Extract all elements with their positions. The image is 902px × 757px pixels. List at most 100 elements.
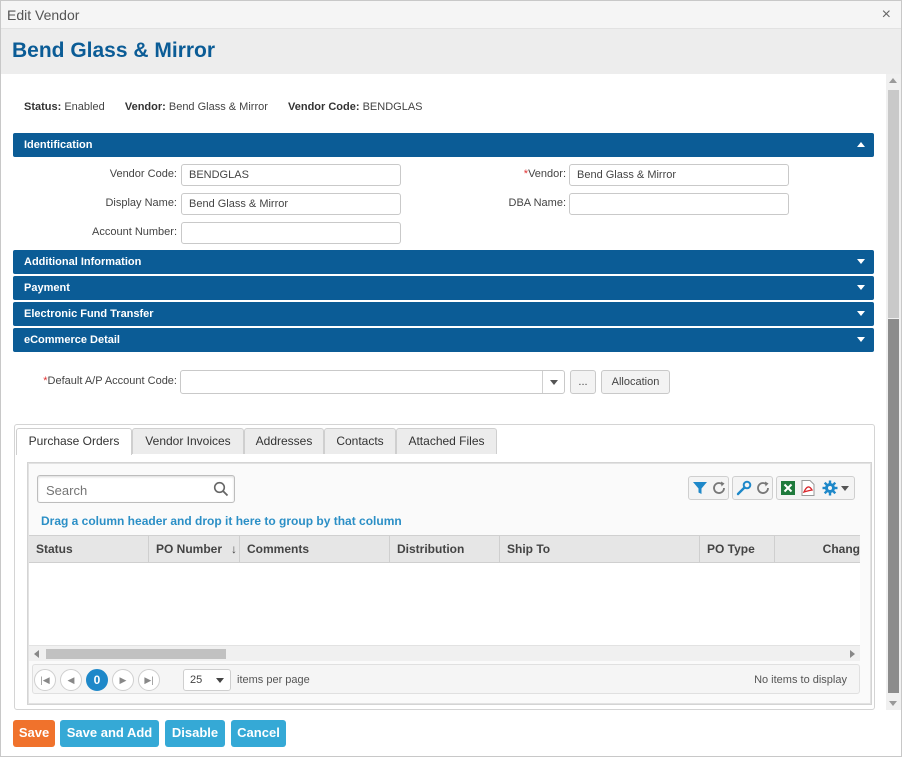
column-header-status[interactable]: Status — [29, 536, 149, 563]
group-by-hint: Drag a column header and drop it here to… — [41, 514, 402, 528]
scrollbar-thumb[interactable] — [46, 649, 226, 659]
sort-arrow-icon: ↓ — [231, 542, 237, 556]
tab-contacts[interactable]: Contacts — [324, 428, 396, 454]
grid-pager: |◀ ◀ 0 ▶ ▶| 25 items per page No items t… — [32, 664, 860, 694]
scroll-left-icon[interactable] — [34, 650, 39, 658]
page-header: Bend Glass & Mirror — [1, 29, 901, 74]
grid-search[interactable] — [37, 475, 235, 503]
excel-icon[interactable] — [779, 479, 797, 497]
dialog-titlebar: Edit Vendor × — [1, 1, 901, 29]
display-name-label: Display Name: — [105, 197, 177, 209]
section-electronic-fund-transfer[interactable]: Electronic Fund Transfer — [13, 302, 874, 326]
status-summary: Status: Enabled Vendor: Bend Glass & Mir… — [24, 101, 423, 113]
tab-attached-files[interactable]: Attached Files — [396, 428, 497, 454]
search-icon[interactable] — [213, 481, 229, 497]
dropdown-button[interactable] — [542, 371, 564, 393]
caret-down-icon — [857, 259, 865, 264]
purchase-orders-grid: Drag a column header and drop it here to… — [28, 463, 871, 704]
previous-page-icon[interactable]: ◀ — [60, 669, 82, 691]
column-header-po-number[interactable]: PO Number ↓ — [149, 536, 240, 563]
caret-down-icon[interactable] — [839, 479, 851, 497]
scrollbar-track-upper[interactable] — [888, 90, 899, 318]
reset-icon[interactable] — [754, 479, 772, 497]
scroll-up-icon[interactable] — [889, 78, 897, 83]
search-input[interactable] — [44, 482, 214, 499]
status-label: Status: — [24, 101, 62, 113]
vendor-tabs-panel: Purchase Orders Vendor Invoices Addresse… — [14, 424, 875, 710]
last-page-icon[interactable]: ▶| — [138, 669, 160, 691]
disable-button[interactable]: Disable — [165, 720, 225, 747]
vendor-field-label-text: Vendor: — [528, 168, 566, 180]
column-header-po-type[interactable]: PO Type — [700, 536, 775, 563]
scroll-right-icon[interactable] — [850, 650, 855, 658]
vendor-code-field[interactable] — [181, 164, 401, 186]
filter-icon[interactable] — [691, 479, 709, 497]
page-size-value: 25 — [190, 674, 203, 686]
items-per-page-label: items per page — [237, 674, 310, 686]
display-name-field[interactable] — [181, 193, 401, 215]
horizontal-scrollbar[interactable] — [29, 645, 860, 661]
scroll-down-icon[interactable] — [889, 701, 897, 706]
column-header-po-number-label: PO Number — [156, 542, 223, 556]
section-ecommerce-detail[interactable]: eCommerce Detail — [13, 328, 874, 352]
caret-down-icon — [857, 285, 865, 290]
pdf-icon[interactable] — [799, 479, 817, 497]
allocation-button[interactable]: Allocation — [601, 370, 670, 394]
tab-vendor-invoices[interactable]: Vendor Invoices — [132, 428, 244, 454]
vendor-code-field-label: Vendor Code: — [109, 168, 177, 180]
vendor-value: Bend Glass & Mirror — [168, 101, 268, 113]
tab-purchase-orders[interactable]: Purchase Orders — [16, 428, 132, 455]
column-header-changed[interactable]: Chang — [775, 536, 860, 563]
ellipsis-button[interactable]: ... — [570, 370, 596, 394]
vertical-scrollbar[interactable] — [886, 74, 901, 710]
page-size-select[interactable]: 25 — [183, 669, 231, 691]
close-icon[interactable]: × — [882, 6, 891, 24]
vendor-field-label: *Vendor: — [441, 168, 566, 180]
column-header-ship-to[interactable]: Ship To — [500, 536, 700, 563]
first-page-icon[interactable]: |◀ — [34, 669, 56, 691]
default-ap-account-select[interactable] — [180, 370, 565, 394]
gear-icon[interactable] — [821, 479, 839, 497]
purchase-orders-tab-body: Drag a column header and drop it here to… — [27, 462, 872, 705]
section-eft-label: Electronic Fund Transfer — [24, 308, 154, 320]
section-identification[interactable]: Identification — [13, 133, 874, 157]
account-number-label: Account Number: — [92, 226, 177, 238]
default-ap-label-text: Default A/P Account Code: — [47, 375, 177, 387]
section-identification-label: Identification — [24, 139, 93, 151]
vendor-field[interactable] — [569, 164, 789, 186]
vendor-label: Vendor: — [124, 101, 166, 113]
dialog-content: Status: Enabled Vendor: Bend Glass & Mir… — [1, 74, 885, 710]
vendor-code-value: BENDGLAS — [362, 101, 423, 113]
account-number-field[interactable] — [181, 222, 401, 244]
tab-addresses[interactable]: Addresses — [244, 428, 324, 454]
dba-name-label: DBA Name: — [508, 197, 566, 209]
grid-body — [29, 563, 860, 645]
chevron-down-icon — [550, 380, 558, 385]
caret-down-icon — [857, 311, 865, 316]
current-page-button[interactable]: 0 — [86, 669, 108, 691]
status-value: Enabled — [64, 101, 105, 113]
scrollbar-thumb[interactable] — [888, 319, 899, 693]
section-additional-information-label: Additional Information — [24, 256, 142, 268]
dialog-title: Edit Vendor — [7, 7, 80, 23]
column-header-comments[interactable]: Comments — [240, 536, 390, 563]
filter-toolbar — [688, 476, 729, 500]
default-ap-label: *Default A/P Account Code: — [13, 375, 177, 387]
section-payment-label: Payment — [24, 282, 70, 294]
dba-name-field[interactable] — [569, 193, 789, 215]
save-and-add-button[interactable]: Save and Add — [60, 720, 159, 747]
refresh-icon[interactable] — [710, 479, 728, 497]
wrench-icon[interactable] — [735, 479, 753, 497]
cancel-button[interactable]: Cancel — [231, 720, 286, 747]
section-payment[interactable]: Payment — [13, 276, 874, 300]
section-additional-information[interactable]: Additional Information — [13, 250, 874, 274]
save-button[interactable]: Save — [13, 720, 55, 747]
caret-down-icon — [857, 337, 865, 342]
no-items-label: No items to display — [754, 674, 847, 686]
dialog-footer: Save Save and Add Disable Cancel — [1, 710, 901, 756]
chevron-down-icon — [216, 678, 224, 683]
edit-vendor-dialog: Edit Vendor × Bend Glass & Mirror Status… — [0, 0, 902, 757]
vendor-code-label: Vendor Code: — [288, 101, 360, 113]
next-page-icon[interactable]: ▶ — [112, 669, 134, 691]
column-header-distribution[interactable]: Distribution — [390, 536, 500, 563]
